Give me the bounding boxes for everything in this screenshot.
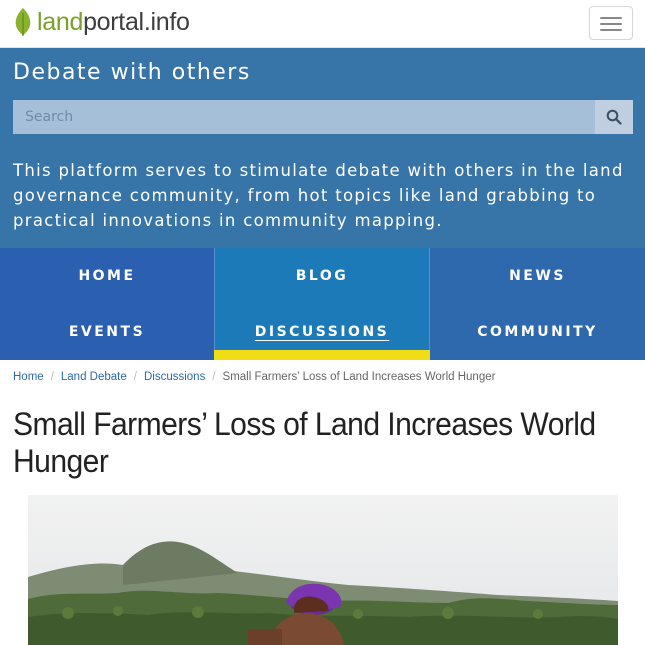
nav-blog[interactable]: BLOG xyxy=(214,248,430,304)
breadcrumb-current: Small Farmers’ Loss of Land Increases Wo… xyxy=(222,371,496,383)
logo-text-portal: portal.info xyxy=(83,8,190,36)
nav-home[interactable]: HOME xyxy=(0,248,214,304)
farmer-field-photo xyxy=(28,495,618,645)
section-title: Debate with others xyxy=(13,60,251,85)
search-bar xyxy=(13,100,633,134)
leaf-icon xyxy=(15,8,31,36)
nav-events[interactable]: EVENTS xyxy=(0,304,214,360)
article-image xyxy=(28,495,618,645)
section-description: This platform serves to stimulate debate… xyxy=(13,161,624,230)
breadcrumb-separator: / xyxy=(212,371,216,383)
section-header: Debate with others This platform serves … xyxy=(0,48,645,248)
hamburger-menu-button[interactable] xyxy=(589,6,633,40)
main-navigation: HOME BLOG NEWS EVENTS DISCUSSIONS COMMUN… xyxy=(0,248,645,360)
breadcrumb-home[interactable]: Home xyxy=(13,371,44,383)
breadcrumb-separator: / xyxy=(133,371,137,383)
site-logo[interactable]: landportal.info xyxy=(12,7,190,37)
logo-text-land: land xyxy=(37,8,84,36)
breadcrumb: Home / Land Debate / Discussions / Small Farme… xyxy=(13,371,495,383)
nav-news[interactable]: NEWS xyxy=(430,248,645,304)
breadcrumb-land-debate[interactable]: Land Debate xyxy=(61,371,127,383)
breadcrumb-separator: / xyxy=(50,371,54,383)
active-tab-indicator xyxy=(214,350,430,360)
search-input[interactable] xyxy=(13,100,595,134)
search-icon xyxy=(606,109,622,125)
top-bar: landportal.info xyxy=(0,0,645,48)
breadcrumb-discussions[interactable]: Discussions xyxy=(144,371,205,383)
nav-community[interactable]: COMMUNITY xyxy=(430,304,645,360)
page-title: Small Farmers’ Loss of Land Increases Wo… xyxy=(13,406,596,479)
search-button[interactable] xyxy=(595,100,633,134)
